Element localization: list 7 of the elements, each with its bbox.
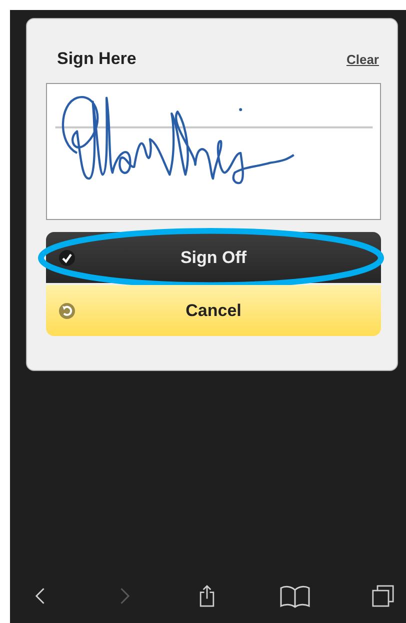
action-button[interactable]: Cancel <box>46 285 381 336</box>
dialog-title: Sign Here <box>57 49 136 69</box>
checkmark-icon <box>59 250 75 266</box>
undo-icon <box>59 302 75 318</box>
book-icon[interactable] <box>279 584 311 608</box>
clear-link[interactable]: Clear <box>346 52 379 66</box>
tabs-icon[interactable] <box>372 584 394 608</box>
